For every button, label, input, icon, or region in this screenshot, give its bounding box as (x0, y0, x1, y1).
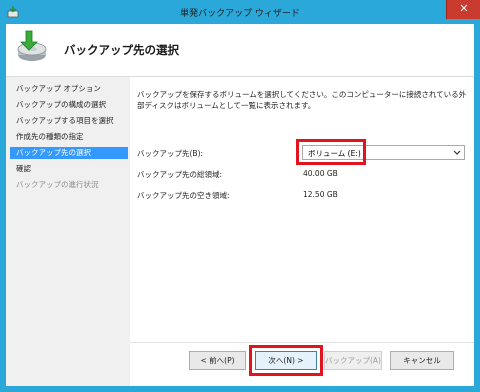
close-button[interactable]: ✕ (446, 0, 480, 19)
sidebar-item-select-items[interactable]: バックアップする項目を選択 (10, 115, 128, 127)
cancel-button[interactable]: キャンセル (390, 351, 454, 370)
backup-disk-icon (17, 30, 47, 61)
next-highlight-frame (249, 345, 323, 376)
total-space-label: バックアップ先の総領域: (137, 170, 223, 179)
wizard-content: バックアップを保存するボリュームを選択してください。このコンピューターに接続され… (130, 77, 474, 386)
wizard-header: バックアップ先の選択 (6, 24, 474, 76)
close-icon: ✕ (459, 2, 469, 15)
wizard-window: 単発バックアップ ウィザード ✕ バックアップ先の選択 バックアップ オプション… (0, 0, 480, 392)
title-bar[interactable]: 単発バックアップ ウィザード ✕ (0, 0, 480, 24)
window-title: 単発バックアップ ウィザード (180, 9, 300, 19)
destination-highlight-frame (296, 139, 366, 165)
sidebar-item-confirmation[interactable]: 確認 (10, 163, 128, 175)
destination-label: バックアップ先(B): (137, 149, 204, 158)
chevron-down-icon[interactable] (453, 148, 461, 157)
footer-divider (130, 342, 474, 343)
backup-button: バックアップ(A) (324, 351, 382, 370)
wizard-client-area: バックアップ先の選択 バックアップ オプション バックアップの構成の選択 バック… (6, 24, 474, 386)
total-space-value: 40.00 GB (303, 169, 338, 178)
sidebar-item-select-destination[interactable]: バックアップ先の選択 (10, 147, 128, 159)
description-text: バックアップを保存するボリュームを選択してください。このコンピューターに接続され… (137, 90, 467, 110)
sidebar-item-backup-progress: バックアップの進行状況 (16, 180, 99, 189)
wizard-steps-sidebar: バックアップ オプション バックアップの構成の選択 バックアップする項目を選択 … (6, 77, 130, 386)
page-title: バックアップ先の選択 (64, 43, 179, 57)
sidebar-item-destination-type[interactable]: 作成先の種類の指定 (10, 131, 128, 143)
back-button[interactable]: < 前へ(P) (189, 351, 246, 370)
free-space-label: バックアップ先の空き領域: (137, 191, 230, 200)
sidebar-item-backup-options[interactable]: バックアップ オプション (10, 83, 128, 95)
sidebar-item-backup-configuration[interactable]: バックアップの構成の選択 (10, 99, 128, 111)
free-space-value: 12.50 GB (303, 190, 338, 199)
